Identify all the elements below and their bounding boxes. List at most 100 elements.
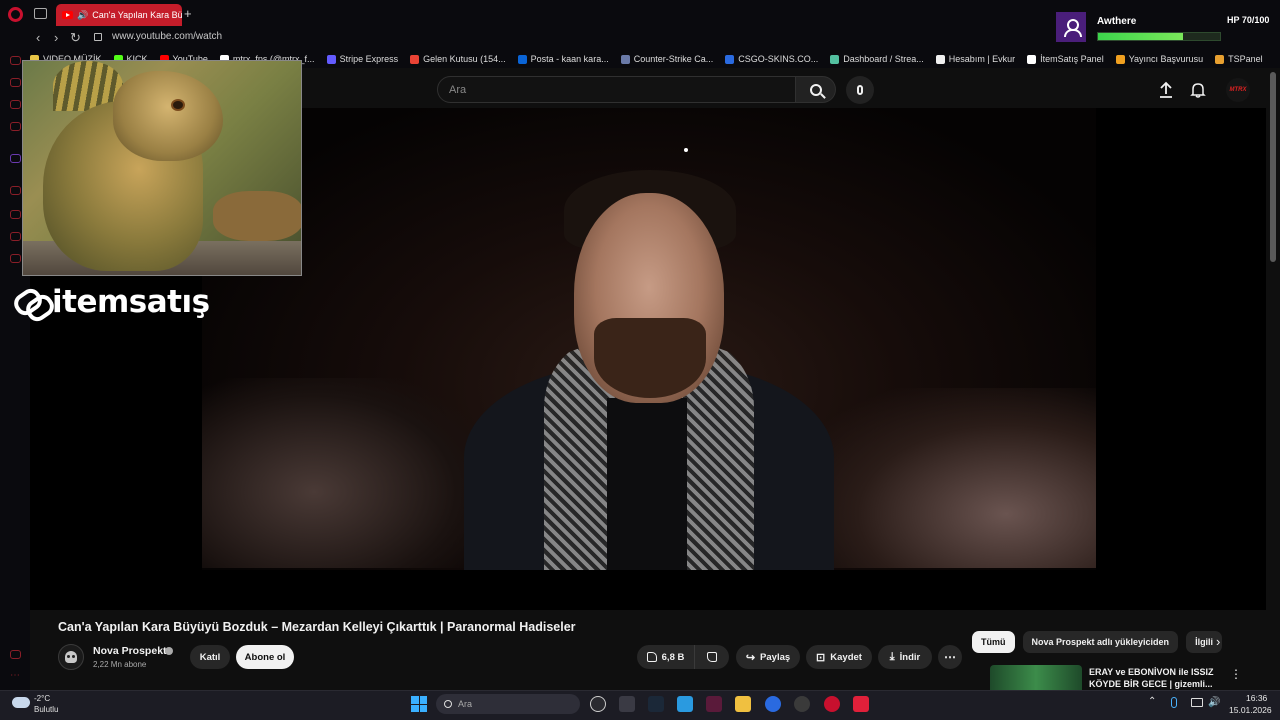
subscribe-button[interactable]: Abone ol xyxy=(236,645,294,669)
sidebar-app-icon[interactable] xyxy=(10,186,21,195)
app-icon[interactable] xyxy=(619,696,635,712)
bookmark-item[interactable]: Counter-Strike Ca... xyxy=(620,54,713,64)
bookmark-item[interactable]: Stripe Express xyxy=(326,54,398,64)
download-icon: ⤓ xyxy=(889,650,895,663)
dislike-button[interactable] xyxy=(695,645,729,669)
iguana-eye xyxy=(171,99,185,111)
join-button[interactable]: Katıl xyxy=(190,645,230,669)
sidebar-app-icon[interactable] xyxy=(10,210,21,219)
share-icon: ↪ xyxy=(745,651,756,664)
sidebar-app-icon[interactable] xyxy=(10,78,21,87)
save-label: Kaydet xyxy=(830,651,862,663)
more-vert-icon[interactable]: ⋮ xyxy=(1230,667,1242,681)
app-icon[interactable] xyxy=(765,696,781,712)
download-button[interactable]: ⤓ İndir xyxy=(878,645,932,669)
share-button[interactable]: ↪ Paylaş xyxy=(736,645,800,669)
tab-overview-icon[interactable] xyxy=(34,8,47,19)
bookmark-favicon-icon xyxy=(935,54,945,64)
bookmark-icon: ⊡ xyxy=(816,651,826,664)
clock-date[interactable]: 15.01.2026 xyxy=(1229,705,1272,715)
person-shirt xyxy=(607,398,687,570)
display-icon[interactable] xyxy=(1191,698,1203,707)
person-beard xyxy=(594,318,706,398)
save-button[interactable]: ⊡ Kaydet xyxy=(806,645,872,669)
bookmark-favicon-icon xyxy=(1115,54,1125,64)
channel-avatar[interactable] xyxy=(58,644,84,670)
account-avatar[interactable]: MTRX xyxy=(1226,78,1250,102)
file-explorer-icon[interactable] xyxy=(735,696,751,712)
speaker-icon[interactable]: 🔊 xyxy=(1208,697,1220,708)
search-button[interactable] xyxy=(796,76,836,103)
weather-temperature[interactable]: -2°C xyxy=(34,694,50,703)
recommended-video-thumbnail[interactable] xyxy=(990,665,1082,690)
bookmark-favicon-icon xyxy=(725,54,735,64)
bookmark-item[interactable]: Dashboard / Strea... xyxy=(830,54,924,64)
chip-all[interactable]: Tümü xyxy=(972,631,1015,653)
bell-icon[interactable] xyxy=(1190,82,1206,98)
more-icon[interactable]: ⋯ xyxy=(10,670,20,681)
app-icon[interactable] xyxy=(590,696,606,712)
opera-logo-icon[interactable] xyxy=(8,7,23,22)
upload-icon[interactable] xyxy=(1158,81,1174,99)
cloud-icon[interactable] xyxy=(12,697,30,708)
url-field[interactable]: www.youtube.com/watch xyxy=(112,31,222,42)
app-icon[interactable] xyxy=(677,696,693,712)
back-button[interactable]: ‹ xyxy=(36,30,40,45)
bookmark-label: Hesabım | Evkur xyxy=(948,54,1016,64)
app-icon[interactable] xyxy=(794,696,810,712)
hp-bar xyxy=(1097,32,1221,41)
bookmark-item[interactable]: TSPanel xyxy=(1215,54,1263,64)
bookmark-item[interactable]: Hesabım | Evkur xyxy=(935,54,1016,64)
settings-icon[interactable] xyxy=(10,254,21,263)
clock-time[interactable]: 16:36 xyxy=(1246,693,1267,703)
more-actions-button[interactable]: ⋯ xyxy=(938,645,962,669)
opera-icon[interactable] xyxy=(824,696,840,712)
sidebar-app-icon[interactable] xyxy=(10,232,21,241)
windows-start-icon[interactable] xyxy=(411,696,427,712)
chevron-right-icon[interactable]: › xyxy=(1216,634,1220,649)
video-frame[interactable] xyxy=(202,108,1096,570)
windows-taskbar xyxy=(0,690,1280,720)
thumbs-down-icon xyxy=(707,652,717,662)
hp-bar-fill xyxy=(1098,33,1184,40)
share-label: Paylaş xyxy=(760,651,791,663)
sidebar-app-icon[interactable] xyxy=(10,650,21,659)
bookmark-label: Dashboard / Strea... xyxy=(843,54,924,64)
app-icon[interactable] xyxy=(853,696,869,712)
mic-icon xyxy=(857,85,863,95)
chip-uploader[interactable]: Nova Prospekt adlı yükleyiciden xyxy=(1022,631,1179,653)
new-tab-button[interactable]: + xyxy=(184,6,192,21)
steam-icon[interactable] xyxy=(648,696,664,712)
iguana-leg xyxy=(213,191,301,241)
sidebar-app-icon[interactable] xyxy=(10,56,21,65)
scrollbar[interactable] xyxy=(1270,72,1276,262)
bookmark-label: Gelen Kutusu (154... xyxy=(423,54,506,64)
bookmark-favicon-icon xyxy=(620,54,630,64)
bookmark-favicon-icon xyxy=(410,54,420,64)
twitch-icon[interactable] xyxy=(10,154,21,163)
sidebar-app-icon[interactable] xyxy=(10,100,21,109)
bookmark-item[interactable]: Yayıncı Başvurusu xyxy=(1115,54,1203,64)
hp-label: HP 70/100 xyxy=(1227,15,1270,25)
forward-button[interactable]: › xyxy=(54,30,58,45)
bookmark-item[interactable]: Gelen Kutusu (154... xyxy=(410,54,506,64)
bookmark-item[interactable]: İtemSatış Panel xyxy=(1027,54,1104,64)
app-icon[interactable] xyxy=(706,696,722,712)
weather-description[interactable]: Bulutlu xyxy=(34,705,58,714)
bookmark-item[interactable]: Posta - kaan kara... xyxy=(517,54,609,64)
tray-chevron-up-icon[interactable]: ⌃ xyxy=(1148,696,1156,707)
lock-icon[interactable] xyxy=(94,33,102,41)
like-button[interactable]: 6,8 B xyxy=(637,645,695,669)
tab-active[interactable]: 🔊 Can'a Yapılan Kara Bü xyxy=(56,4,182,26)
bookmark-item[interactable]: CSGO-SKINS.CO... xyxy=(725,54,818,64)
recommendation-chips: Tümü Nova Prospekt adlı yükleyiciden İlg… xyxy=(972,631,1223,653)
recommended-video-title[interactable]: ERAY ve EBONİVON ile ISSIZ KÖYDE BİR GEC… xyxy=(1089,666,1219,690)
search-input[interactable]: Ara xyxy=(437,76,796,103)
sidebar-app-icon[interactable] xyxy=(10,122,21,131)
channel-name[interactable]: Nova Prospekt xyxy=(93,645,167,657)
search-icon xyxy=(809,83,822,96)
mic-icon[interactable] xyxy=(1171,697,1177,708)
reload-button[interactable]: ↻ xyxy=(70,30,81,46)
voice-search-button[interactable] xyxy=(846,76,874,104)
taskbar-search[interactable]: Ara xyxy=(436,694,580,714)
